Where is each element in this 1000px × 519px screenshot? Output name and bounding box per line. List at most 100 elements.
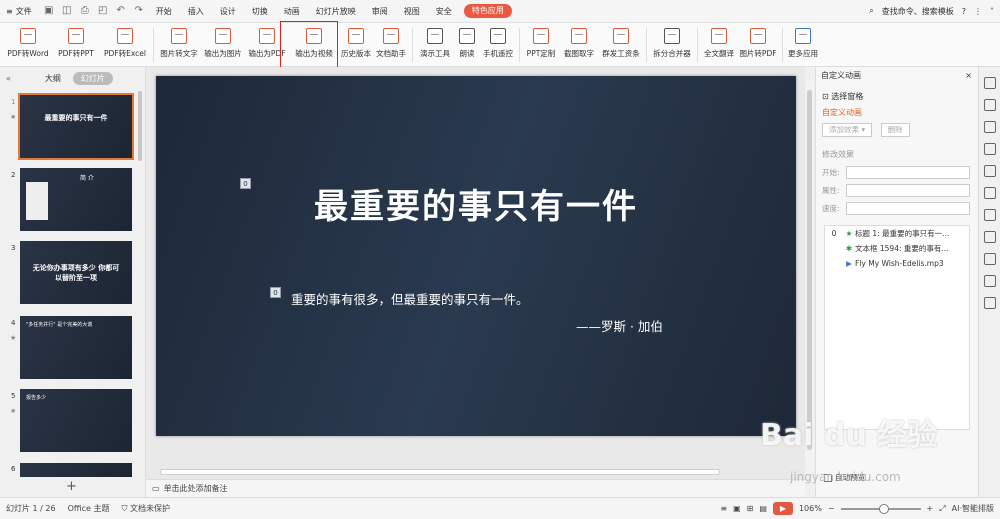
file-menu[interactable]: ≡ 文件	[0, 0, 40, 23]
pdf-to-ppt-button[interactable]: PDF转PPT	[52, 23, 100, 67]
open-icon[interactable]: ◫	[61, 5, 73, 17]
zoom-out-icon[interactable]: −	[828, 504, 835, 513]
property-select[interactable]	[845, 183, 970, 197]
notes-area[interactable]: ▭ 单击此处添加备注	[146, 479, 805, 497]
search-icon[interactable]: ⌕	[869, 6, 873, 16]
settings-icon[interactable]	[983, 143, 996, 155]
translate-button[interactable]: 全文翻译	[701, 23, 737, 67]
ppt-custom-button[interactable]: PPT定制	[523, 23, 559, 67]
tab-design[interactable]: 设计	[212, 0, 244, 23]
pdf-to-word-button[interactable]: PDF转Word	[4, 23, 52, 67]
shape-icon[interactable]	[983, 99, 996, 111]
pdf-to-excel-button[interactable]: PDF转Excel	[100, 23, 150, 67]
tab-security[interactable]: 安全	[428, 0, 460, 23]
more-icon[interactable]: ⋮	[974, 7, 982, 16]
animation-item[interactable]: 0 ★ 标题 1: 最重要的事只有一...	[825, 226, 969, 241]
button-label: 拆分合并器	[653, 49, 691, 58]
animation-list: 0 ★ 标题 1: 最重要的事只有一... ✱ 文本框 1594: 重要的事有... …	[824, 225, 970, 430]
button-label: PDF转Word	[7, 49, 49, 58]
tab-review[interactable]: 审阅	[364, 0, 396, 23]
slide-thumbnail[interactable]: "多任务并行" 是个完美的大谎	[20, 316, 132, 379]
picture-icon[interactable]	[983, 253, 996, 265]
collapse-icon[interactable]: ˄	[990, 7, 994, 16]
command-search[interactable]: 查找命令、搜索模板	[882, 6, 954, 17]
read-aloud-button[interactable]: 朗读	[454, 23, 480, 67]
history-version-button[interactable]: 历史版本	[339, 23, 373, 67]
save-icon[interactable]: ▣	[43, 5, 55, 17]
zoom-in-icon[interactable]: +	[927, 504, 934, 513]
selection-pane-button[interactable]: ⊡ 选择窗格	[816, 89, 978, 105]
slide-author[interactable]: ——罗斯 · 加伯	[576, 316, 663, 335]
speed-select[interactable]	[845, 201, 970, 215]
animation-item[interactable]: ▶ Fly My Wish-Edelis.mp3	[825, 256, 969, 271]
redo-icon[interactable]: ↷	[133, 5, 145, 17]
slide[interactable]: 0 最重要的事只有一件 0 重要的事有很多，但最重要的事只有一件。 ——罗斯 ·…	[156, 76, 796, 436]
delete-button[interactable]: 删除	[880, 123, 910, 137]
notes-toggle-icon[interactable]: ≡	[720, 504, 727, 513]
presentation-tools-button[interactable]: 演示工具	[416, 23, 454, 67]
protect-status[interactable]: ⛉ 文档未保护	[116, 503, 177, 514]
tab-outline[interactable]: 大纲	[37, 72, 69, 85]
pdf-icon	[117, 28, 133, 44]
apps-icon	[795, 28, 811, 44]
zoom-slider[interactable]	[840, 503, 921, 514]
undo-icon[interactable]: ↶	[115, 5, 127, 17]
phone-remote-button[interactable]: 手机遥控	[480, 23, 516, 67]
slide-thumbnail[interactable]: 无论你办事项有多少 你都可以替阶至一项	[20, 241, 132, 304]
scroll-thumb[interactable]	[807, 90, 812, 450]
tab-transition[interactable]: 切换	[244, 0, 276, 23]
salary-slip-button[interactable]: 群发工资条	[599, 23, 643, 67]
fit-icon[interactable]: ⤢	[939, 504, 945, 514]
menu-icon: ≡	[6, 6, 13, 16]
split-merge-button[interactable]: 拆分合并器	[650, 23, 694, 67]
animation-tag[interactable]: 0	[270, 287, 281, 298]
help-icon[interactable]	[983, 297, 996, 309]
slideshow-play-button[interactable]: ▶	[772, 502, 793, 515]
button-label: 输出为图片	[204, 49, 242, 58]
slide-thumbnail[interactable]	[20, 463, 132, 477]
more-icon[interactable]	[983, 275, 996, 287]
print-icon[interactable]: ⎙	[79, 5, 91, 17]
tab-slideshow[interactable]: 幻灯片放映	[308, 0, 364, 23]
tab-slides[interactable]: 幻灯片	[72, 71, 113, 85]
tab-animation[interactable]: 动画	[276, 0, 308, 23]
screenshot-text-button[interactable]: 截图取字	[559, 23, 599, 67]
image-to-pdf-button[interactable]: 图片转PDF	[737, 23, 779, 67]
share-icon[interactable]	[983, 231, 996, 243]
slide-thumbnail[interactable]: 简 介	[20, 168, 132, 231]
export-image-button[interactable]: 输出为图片	[201, 23, 245, 67]
slide-title[interactable]: 最重要的事只有一件	[156, 179, 796, 228]
zoom-level[interactable]: 106%	[799, 504, 822, 513]
table-icon[interactable]	[983, 209, 996, 221]
animation-item[interactable]: ✱ 文本框 1594: 重要的事有...	[825, 241, 969, 256]
collapse-panel-icon[interactable]: «	[6, 74, 11, 83]
image-to-text-button[interactable]: 图片转文字	[157, 23, 201, 67]
image-icon[interactable]	[983, 165, 996, 177]
more-apps-button[interactable]: 更多应用	[786, 23, 820, 67]
reading-view-icon[interactable]: ▤	[759, 504, 767, 513]
ai-layout[interactable]: AI·智能排版	[952, 503, 994, 514]
horizontal-scrollbar[interactable]	[160, 469, 720, 475]
style-icon[interactable]	[983, 121, 996, 133]
help-icon[interactable]: ?	[962, 7, 966, 16]
close-icon[interactable]: ×	[965, 67, 972, 85]
tab-special-apps[interactable]: 特色应用	[463, 4, 512, 18]
preview-icon[interactable]: ◰	[97, 5, 109, 17]
panel-scrollbar[interactable]	[138, 91, 142, 161]
animation-star-icon[interactable]	[983, 77, 996, 89]
normal-view-icon[interactable]: ▣	[733, 504, 741, 513]
tab-home[interactable]: 开始	[148, 0, 180, 23]
tab-view[interactable]: 视图	[396, 0, 428, 23]
sorter-view-icon[interactable]: ⊞	[747, 504, 754, 513]
start-select[interactable]	[845, 165, 970, 179]
ribbon: PDF转Word PDF转PPT PDF转Excel 图片转文字 输出为图片 输…	[0, 23, 1000, 67]
add-slide-button[interactable]: +	[66, 479, 77, 494]
thumb-title: 无论你办事项有多少 你都可以替阶至一项	[32, 264, 120, 282]
slide-thumbnail[interactable]: 报告多少	[20, 389, 132, 452]
slide-subtitle[interactable]: 重要的事有很多，但最重要的事只有一件。	[291, 289, 529, 308]
doc-assistant-button[interactable]: 文档助手	[373, 23, 409, 67]
tab-insert[interactable]: 插入	[180, 0, 212, 23]
add-effect-button[interactable]: 添加效果 ▾	[822, 123, 873, 137]
slide-thumbnail[interactable]: 最重要的事只有一件	[18, 93, 134, 160]
layout-icon[interactable]	[983, 187, 996, 199]
